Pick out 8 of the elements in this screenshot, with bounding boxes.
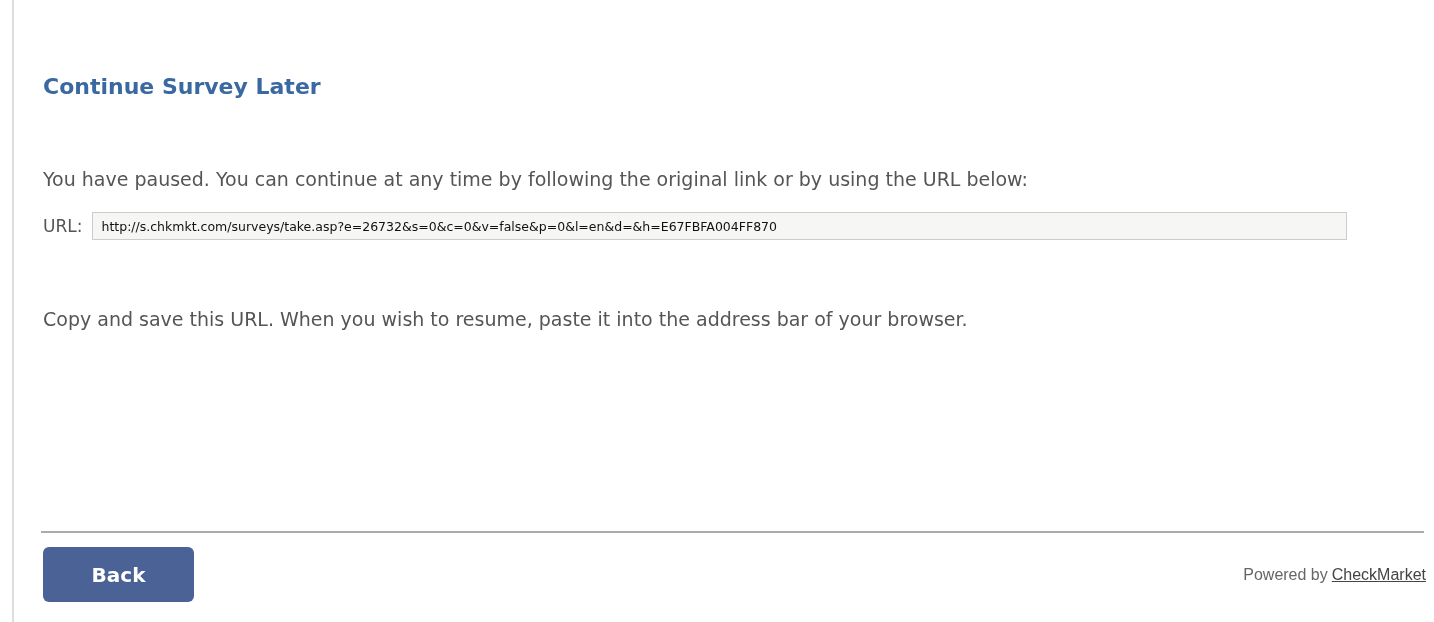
instructions-text: Copy and save this URL. When you wish to resume, paste it into the address bar of your browser.: [43, 307, 969, 332]
url-label: URL:: [43, 216, 83, 236]
intro-text: You have paused. You can continue at any time by following the original link or by using the URL below:: [43, 167, 1029, 192]
powered-by-text: Powered by: [1243, 565, 1328, 583]
checkmarket-link[interactable]: CheckMarket: [1331, 565, 1426, 583]
page-title: Continue Survey Later: [43, 73, 322, 101]
back-button[interactable]: Back: [43, 547, 194, 602]
url-field[interactable]: http://s.chkmkt.com/surveys/take.asp?e=26732&s=0&c=0&v=false&p=0&l=en&d=&h=E67FBFA004FF870: [92, 212, 1348, 240]
